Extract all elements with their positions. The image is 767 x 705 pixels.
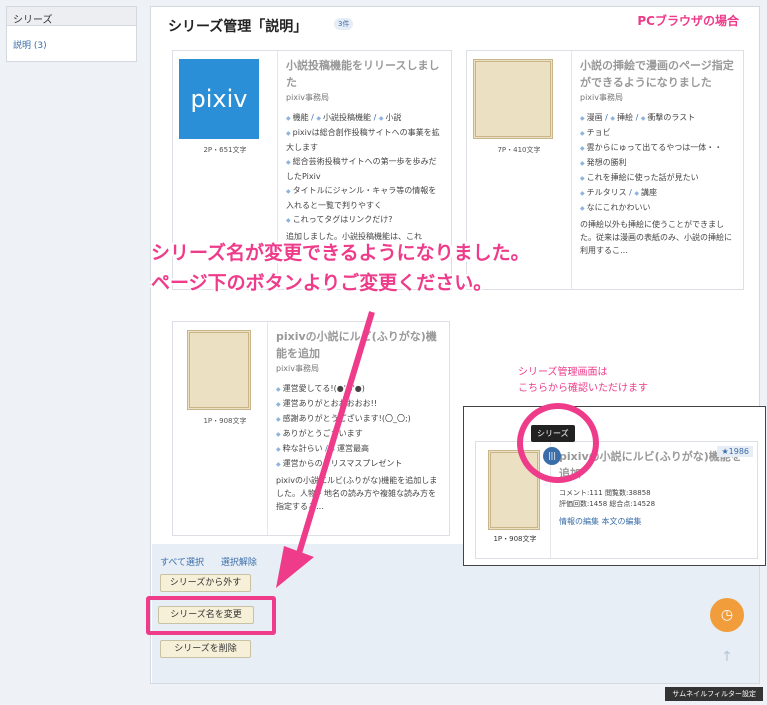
bookmark-badge: ★1986 [717, 446, 753, 457]
series-icon[interactable]: ||| [543, 447, 561, 465]
total-score: 総合点:14528 [609, 500, 656, 508]
history-fab-icon[interactable]: ◷ [710, 598, 744, 632]
work-meta: 1P・908文字 [493, 535, 537, 543]
series-icon-highlight [517, 403, 599, 483]
announcement-line-2: ページ下のボタンよりご変更ください。 [151, 272, 493, 294]
rating-count: 評価回数:1458 [559, 500, 608, 508]
announcement-overlay: シリーズ名が変更できるようになりました。 ページ下のボタンよりご変更ください。 [151, 238, 530, 298]
inset-note-line-2: こちらから確認いただけます [518, 383, 648, 394]
scroll-top-icon[interactable]: ↑ [710, 640, 744, 674]
view-count: 閲覧数:38858 [604, 489, 651, 497]
edit-body-link[interactable]: 本文の編集 [602, 517, 642, 526]
annotation-arrow [276, 311, 375, 588]
inset-work-card[interactable]: 1P・908文字 pixivの小説にルビ(ふりがな)機能を追加 コメント:111… [475, 441, 758, 559]
work-stats: コメント:111 閲覧数:38858 評価回数:1458 総合点:14528 [559, 488, 749, 510]
thumbnail-filter-button[interactable]: サムネイルフィルター設定 [665, 687, 763, 701]
inset-note: シリーズ管理画面は こちらから確認いただけます [518, 365, 648, 397]
edit-links: 情報の編集 本文の編集 [559, 516, 749, 527]
comment-count: コメント:111 [559, 489, 603, 497]
series-tooltip: シリーズ [531, 425, 575, 442]
edit-info-link[interactable]: 情報の編集 [559, 517, 599, 526]
announcement-line-1: シリーズ名が変更できるようになりました。 [151, 242, 530, 264]
inset-screenshot: 1P・908文字 pixivの小説にルビ(ふりがな)機能を追加 コメント:111… [463, 406, 766, 566]
inset-note-line-1: シリーズ管理画面は [518, 367, 608, 378]
